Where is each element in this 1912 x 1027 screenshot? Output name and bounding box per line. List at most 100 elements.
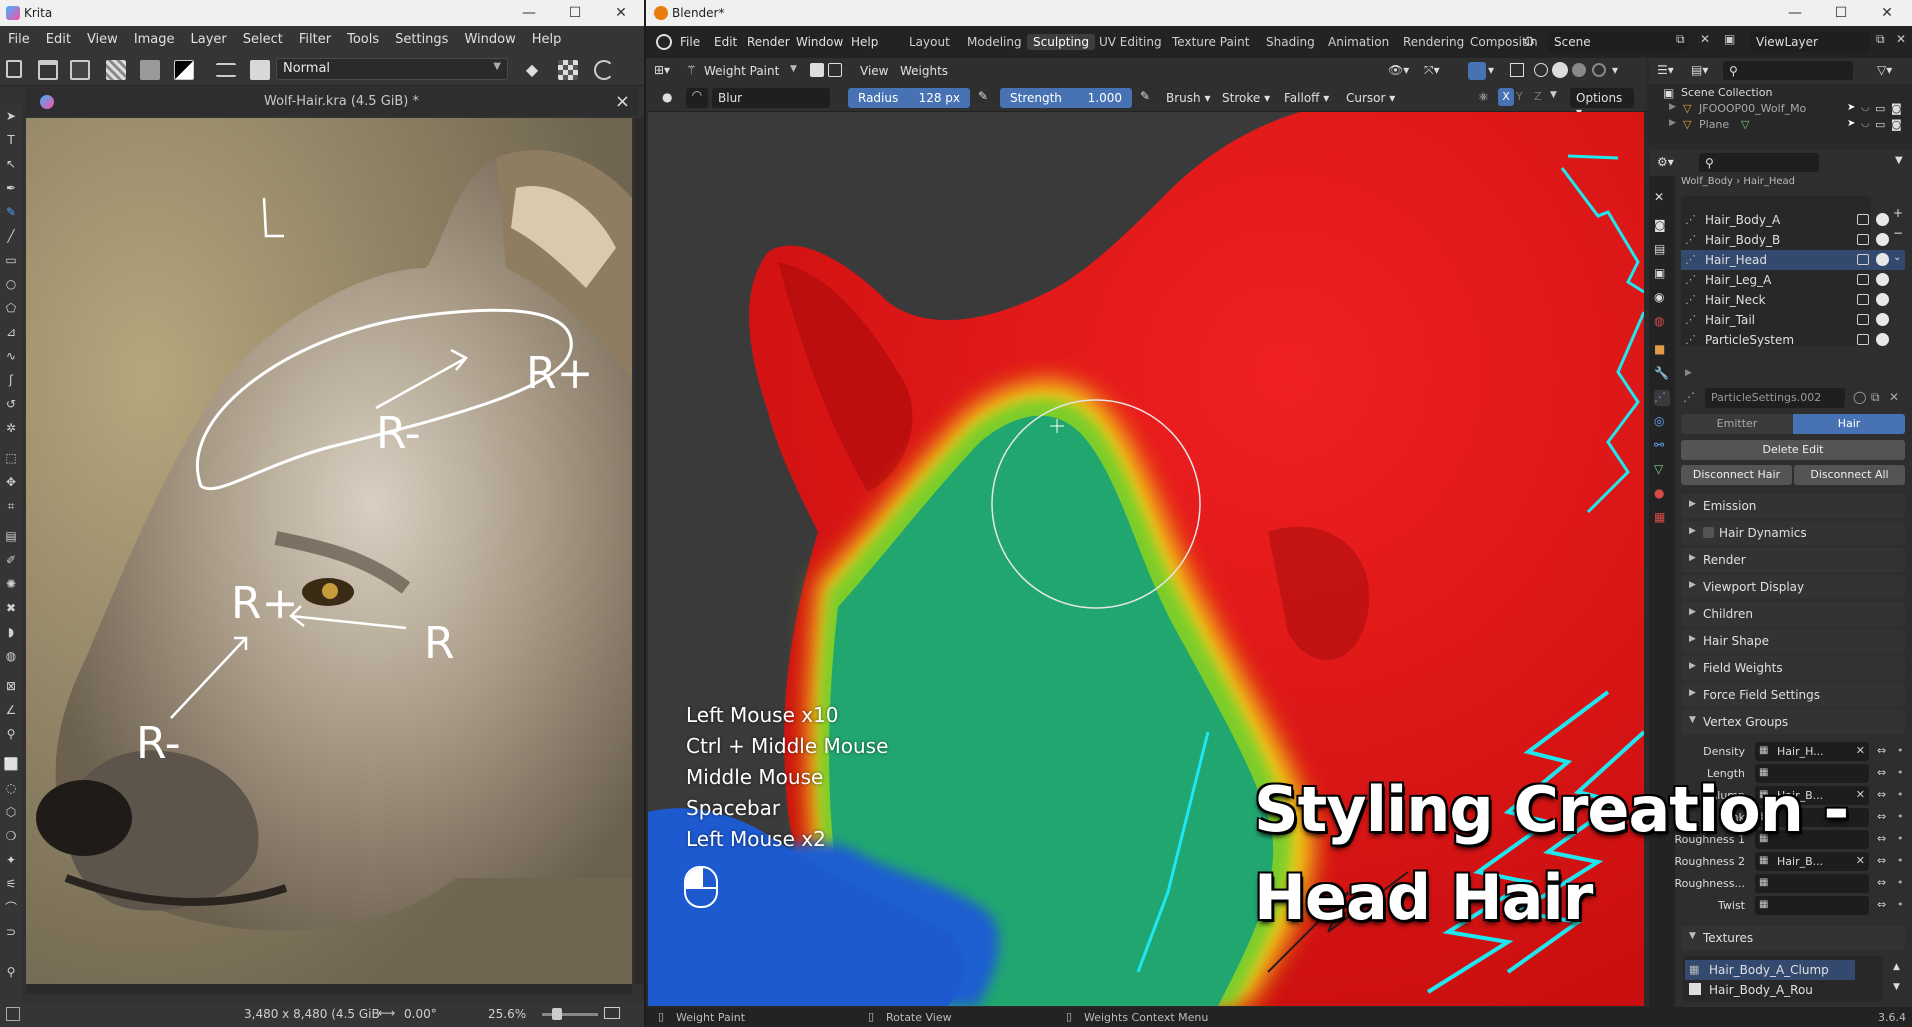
- gradient-tool-icon[interactable]: ▤: [3, 528, 19, 544]
- panel-emission[interactable]: ▶ Emission: [1681, 494, 1905, 518]
- horizontal-scrollbar[interactable]: [26, 984, 632, 994]
- outliner-search-input[interactable]: ⚲: [1723, 61, 1853, 80]
- scene-collection-label[interactable]: Scene Collection: [1681, 86, 1772, 99]
- more-icon[interactable]: •: [1897, 898, 1904, 911]
- rendered-shading-icon[interactable]: [1592, 63, 1606, 77]
- tab-uv-editing[interactable]: UV Editing: [1093, 34, 1168, 50]
- move-up-icon[interactable]: ▲: [1893, 962, 1900, 972]
- render-toggle-icon[interactable]: [1876, 273, 1889, 286]
- tool-tab-icon[interactable]: ✕: [1654, 190, 1670, 206]
- list-item[interactable]: Hair_Body_A_Rou: [1685, 980, 1855, 1000]
- similar-select-icon[interactable]: ⚟: [3, 876, 19, 892]
- constraints-tab-icon[interactable]: ⚯: [1654, 438, 1670, 454]
- visibility-icon[interactable]: 👁▾: [1388, 63, 1409, 77]
- fake-user-icon[interactable]: ◯: [1853, 390, 1866, 404]
- list-item[interactable]: ⋰ Hair_Body_A: [1681, 210, 1905, 230]
- zoom-slider[interactable]: [542, 1013, 598, 1016]
- menu-file[interactable]: File: [0, 32, 38, 47]
- cursor-menu[interactable]: Cursor ▾: [1346, 91, 1395, 105]
- render-toggle-icon[interactable]: [1876, 213, 1889, 226]
- color-picker-icon[interactable]: ✐: [3, 552, 19, 568]
- blender-menu-icon[interactable]: [656, 34, 672, 50]
- menu-view[interactable]: View: [79, 32, 126, 47]
- filter-icon[interactable]: ▽▾: [1877, 63, 1892, 77]
- clear-icon[interactable]: ✕: [1856, 744, 1865, 757]
- freehand-select-icon[interactable]: ❍: [3, 828, 19, 844]
- delete-view-layer-icon[interactable]: ✕: [1896, 32, 1906, 46]
- menu-settings[interactable]: Settings: [387, 32, 456, 47]
- smart-patch-icon[interactable]: ✖: [3, 600, 19, 616]
- menu-window[interactable]: Window: [456, 32, 523, 47]
- render-toggle-icon[interactable]: [1876, 333, 1889, 346]
- expand-icon[interactable]: ▶: [1669, 118, 1676, 128]
- polygon-tool-icon[interactable]: ⬠: [3, 300, 19, 316]
- outliner-item-plane[interactable]: Plane: [1699, 118, 1729, 131]
- new-scene-icon[interactable]: ⧉: [1676, 32, 1685, 47]
- freehand-path-icon[interactable]: ʃ: [3, 372, 19, 388]
- polygon-select-icon[interactable]: ⬡: [3, 804, 19, 820]
- alpha-lock-icon[interactable]: [558, 60, 578, 80]
- eraser-icon[interactable]: ◆: [522, 60, 542, 80]
- falloff-menu[interactable]: Falloff ▾: [1284, 91, 1329, 105]
- invert-icon[interactable]: ⇔: [1877, 810, 1886, 823]
- blend-mode-select[interactable]: Normal ▼: [276, 58, 508, 80]
- invert-icon[interactable]: ⇔: [1877, 832, 1886, 845]
- viewport-toggle-icon[interactable]: [1857, 314, 1869, 325]
- invert-icon[interactable]: ⇔: [1877, 788, 1886, 801]
- more-icon[interactable]: •: [1897, 832, 1904, 845]
- particle-settings-field[interactable]: ParticleSettings.002: [1705, 388, 1845, 408]
- stroke-menu[interactable]: Stroke ▾: [1222, 91, 1270, 105]
- render-tab-icon[interactable]: ◙: [1654, 218, 1670, 234]
- more-icon[interactable]: •: [1897, 876, 1904, 889]
- vertical-scrollbar[interactable]: [634, 118, 644, 984]
- menu-weights[interactable]: Weights: [900, 64, 948, 78]
- viewport-toggle-icon[interactable]: [1857, 214, 1869, 225]
- add-icon[interactable]: +: [1893, 206, 1903, 220]
- render-toggle-icon[interactable]: ◙: [1891, 118, 1902, 131]
- fill-tool-icon[interactable]: ◗: [3, 624, 19, 640]
- scene-selector[interactable]: Scene: [1548, 32, 1688, 52]
- list-item-selected[interactable]: ▦ Hair_Body_A_Clump: [1685, 960, 1855, 980]
- close-icon[interactable]: ✕: [598, 0, 644, 26]
- menu-image[interactable]: Image: [126, 32, 183, 47]
- modifier-tab-icon[interactable]: 🔧: [1654, 366, 1670, 382]
- save-icon[interactable]: [70, 60, 90, 80]
- outliner-editor-icon[interactable]: ☰▾: [1657, 63, 1674, 77]
- overlay-menu-icon[interactable]: ▾: [1488, 63, 1494, 77]
- radius-pressure-icon[interactable]: ✎: [978, 89, 988, 103]
- properties-search-input[interactable]: ⚲: [1699, 153, 1819, 172]
- checkbox[interactable]: [1703, 527, 1714, 538]
- unlink-icon[interactable]: ✕: [1889, 390, 1899, 404]
- invert-icon[interactable]: ⇔: [1877, 854, 1886, 867]
- clear-icon[interactable]: ✕: [1856, 854, 1865, 867]
- magic-wand-icon[interactable]: ✦: [3, 852, 19, 868]
- expand-icon[interactable]: ▶: [1669, 102, 1676, 112]
- ellipse-select-icon[interactable]: ◌: [3, 780, 19, 796]
- wireframe-shading-icon[interactable]: [1534, 63, 1548, 77]
- maximize-icon[interactable]: ☐: [1818, 0, 1864, 26]
- panel-force-field-settings[interactable]: ▶ Force Field Settings: [1681, 683, 1905, 707]
- list-item[interactable]: ⋰ Hair_Neck: [1681, 290, 1905, 310]
- clear-icon[interactable]: ✕: [1856, 788, 1865, 801]
- display-mode-icon[interactable]: ▤▾: [1691, 63, 1708, 77]
- gradient-swatch-icon[interactable]: [106, 60, 126, 80]
- scene-tab-icon[interactable]: ◉: [1654, 290, 1670, 306]
- more-icon[interactable]: •: [1897, 810, 1904, 823]
- reference-tool-icon[interactable]: ⚲: [3, 726, 19, 742]
- pattern-swatch-icon[interactable]: [140, 60, 160, 80]
- delete-edit-button[interactable]: Delete Edit: [1681, 440, 1905, 460]
- mode-selector[interactable]: Weight Paint: [704, 64, 779, 78]
- brush-thumbnail-icon[interactable]: ◠: [686, 88, 708, 108]
- xray-icon[interactable]: [1510, 63, 1524, 77]
- chevron-down-icon[interactable]: ⌄: [1893, 252, 1901, 263]
- close-document-icon[interactable]: ×: [615, 91, 630, 112]
- menu-tools[interactable]: Tools: [339, 32, 387, 47]
- rotation-value[interactable]: 0.00°: [404, 1007, 437, 1021]
- invert-icon[interactable]: ⇔: [1877, 744, 1886, 757]
- more-icon[interactable]: •: [1897, 766, 1904, 779]
- tab-layout[interactable]: Layout: [903, 34, 956, 50]
- strength-pressure-icon[interactable]: ✎: [1140, 89, 1150, 103]
- menu-edit[interactable]: Edit: [38, 32, 79, 47]
- invert-icon[interactable]: ⇔: [1877, 876, 1886, 889]
- viewport-toggle-icon[interactable]: ▭: [1875, 102, 1885, 115]
